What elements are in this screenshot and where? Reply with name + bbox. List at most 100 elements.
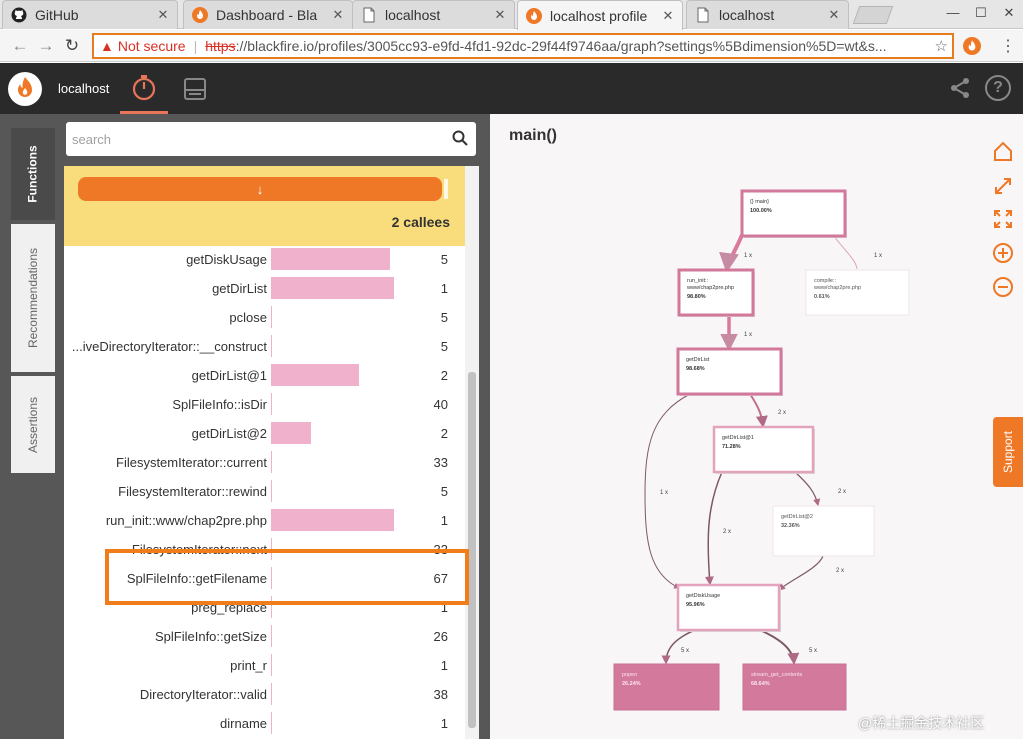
tab-assertions[interactable]: Assertions <box>11 376 55 473</box>
cost-bar <box>271 712 272 734</box>
node-label: www/chap2pre.php <box>686 285 734 291</box>
tab-title: localhost <box>385 7 441 23</box>
graph-node[interactable]: compile::www/chap2pre.php0.61% <box>805 269 910 316</box>
function-row[interactable]: getDirList@1 2 <box>64 361 465 390</box>
graph-node[interactable]: getDirList@1 71.28% <box>712 425 815 474</box>
stopwatch-icon <box>132 75 156 101</box>
bar-handle[interactable] <box>444 179 448 199</box>
function-row[interactable]: dirname 1 <box>64 709 465 738</box>
graph-edge <box>778 555 824 591</box>
home-icon[interactable] <box>992 140 1014 162</box>
function-row[interactable]: ...iveDirectoryIterator::__construct 5 <box>64 332 465 361</box>
maximize-icon[interactable]: ☐ <box>967 0 995 26</box>
function-row[interactable]: DirectoryIterator::valid 38 <box>64 680 465 709</box>
browser-tab-localhost-2[interactable]: localhost ✕ <box>686 0 849 29</box>
search-icon[interactable] <box>452 130 468 151</box>
function-name: getDirList@1 <box>191 368 267 383</box>
call-count: 1 <box>440 281 448 296</box>
graph-node[interactable]: stream_get_contents 68.64% <box>742 663 847 711</box>
tab-functions[interactable]: Functions <box>11 128 55 220</box>
callgraph-tab[interactable] <box>176 63 214 114</box>
url-text: ://blackfire.io/profiles/3005cc93-e9fd-4… <box>235 38 887 54</box>
close-icon[interactable]: ✕ <box>826 7 842 23</box>
tab-recommendations[interactable]: Recommendations <box>11 224 55 372</box>
graph-node[interactable]: popen 26.24% <box>613 663 720 711</box>
minimize-icon[interactable]: — <box>939 0 967 26</box>
forward-arrow-icon[interactable]: → <box>36 36 56 56</box>
close-icon[interactable]: ✕ <box>330 7 346 23</box>
function-row[interactable]: FilesystemIterator::current 33 <box>64 448 465 477</box>
help-icon[interactable]: ? <box>985 75 1011 101</box>
function-row[interactable]: getDirList@2 2 <box>64 419 465 448</box>
function-list: getDiskUsage 5 getDirList 1 pclose 5 ...iveDir… <box>64 246 465 739</box>
function-row[interactable]: SplFileInfo::isDir 40 <box>64 390 465 419</box>
function-row[interactable]: FilesystemIterator::rewind 5 <box>64 477 465 506</box>
blackfire-logo[interactable] <box>8 72 42 106</box>
graph-node[interactable]: run_init::www/chap2pre.php98.80% <box>677 268 755 317</box>
edge-label: 5 x <box>809 648 817 654</box>
function-name: getDiskUsage <box>186 252 267 267</box>
callees-count: 2 callees <box>391 214 450 230</box>
scrollbar-thumb[interactable] <box>468 372 476 728</box>
function-row[interactable]: getDiskUsage 5 <box>64 246 465 274</box>
fit-screen-icon[interactable] <box>992 208 1014 230</box>
tab-label: Functions <box>26 145 41 203</box>
callee-scroll-bar[interactable]: ↓ <box>78 177 442 201</box>
new-tab-button[interactable] <box>852 6 894 24</box>
url-input[interactable]: ▲ Not secure | https ://blackfire.io/pro… <box>92 33 954 59</box>
function-row[interactable]: print_r 1 <box>64 651 465 680</box>
separator: | <box>193 38 198 54</box>
browser-tab-localhost-profile[interactable]: localhost profile ✕ <box>517 0 683 30</box>
function-row[interactable]: pclose 5 <box>64 303 465 332</box>
close-icon[interactable]: ✕ <box>492 7 508 23</box>
bookmark-star-icon[interactable]: ☆ <box>935 37 948 55</box>
tab-title: localhost profile <box>550 7 648 24</box>
node-box <box>742 663 847 711</box>
browser-tab-github[interactable]: GitHub ✕ <box>2 0 178 29</box>
watermark: @稀土掘金技术社区 <box>858 715 985 731</box>
graph-node[interactable]: getDirList@2 32.36% <box>772 505 875 557</box>
close-window-icon[interactable]: ✕ <box>995 0 1023 26</box>
function-row[interactable]: getDirList 1 <box>64 274 465 303</box>
tab-title: localhost <box>719 7 775 23</box>
close-icon[interactable]: ✕ <box>660 8 676 24</box>
graph-edge <box>719 234 744 273</box>
back-arrow-icon[interactable]: ← <box>10 36 30 56</box>
graph-edge <box>704 471 723 586</box>
function-name: pclose <box>229 310 267 325</box>
callgraph[interactable]: 1 x 1 x 1 x 2 x 1 x 2 x 2 x 2 x 5 x 5 x {} main} 10… <box>490 114 1023 739</box>
blackfire-extension-icon[interactable] <box>963 37 981 60</box>
browser-tab-localhost[interactable]: localhost ✕ <box>352 0 515 29</box>
graph-node[interactable]: getDirList 98.68% <box>676 347 783 396</box>
kebab-menu-icon[interactable]: ⋮ <box>1000 36 1016 56</box>
app-header: localhost ? <box>0 63 1023 114</box>
call-count: 5 <box>440 310 448 325</box>
arrow-down-icon: ↓ <box>256 181 264 197</box>
share-icon[interactable] <box>948 76 972 105</box>
node-label: run_init:: <box>687 278 709 284</box>
close-icon[interactable]: ✕ <box>155 7 171 23</box>
zoom-out-icon[interactable] <box>992 276 1014 298</box>
cost-bar <box>271 277 394 299</box>
node-value: 95.96% <box>686 602 705 608</box>
github-icon <box>11 7 27 23</box>
warning-icon: ▲ <box>100 38 114 54</box>
node-value: 71.28% <box>722 444 741 450</box>
search-input[interactable] <box>72 131 442 147</box>
function-name: dirname <box>220 716 267 731</box>
graph-node[interactable]: {} main} 100.00% <box>740 189 847 238</box>
function-name: ...iveDirectoryIterator::__construct <box>71 339 267 354</box>
call-count: 38 <box>433 687 448 702</box>
timeline-tab[interactable] <box>120 63 168 114</box>
reload-icon[interactable]: ↻ <box>62 36 82 56</box>
app-name[interactable]: localhost <box>58 81 109 96</box>
expand-icon[interactable] <box>992 175 1014 197</box>
support-button[interactable]: Support <box>993 417 1023 487</box>
function-row[interactable]: SplFileInfo::getSize 26 <box>64 622 465 651</box>
tab-title: Dashboard - Bla <box>216 7 318 23</box>
zoom-in-icon[interactable] <box>992 242 1014 264</box>
browser-tab-dashboard[interactable]: Dashboard - Bla ✕ <box>183 0 353 29</box>
call-count: 33 <box>433 455 448 470</box>
graph-node[interactable]: getDiskUsage 95.96% <box>676 583 781 632</box>
function-row[interactable]: run_init::www/chap2pre.php 1 <box>64 506 465 535</box>
